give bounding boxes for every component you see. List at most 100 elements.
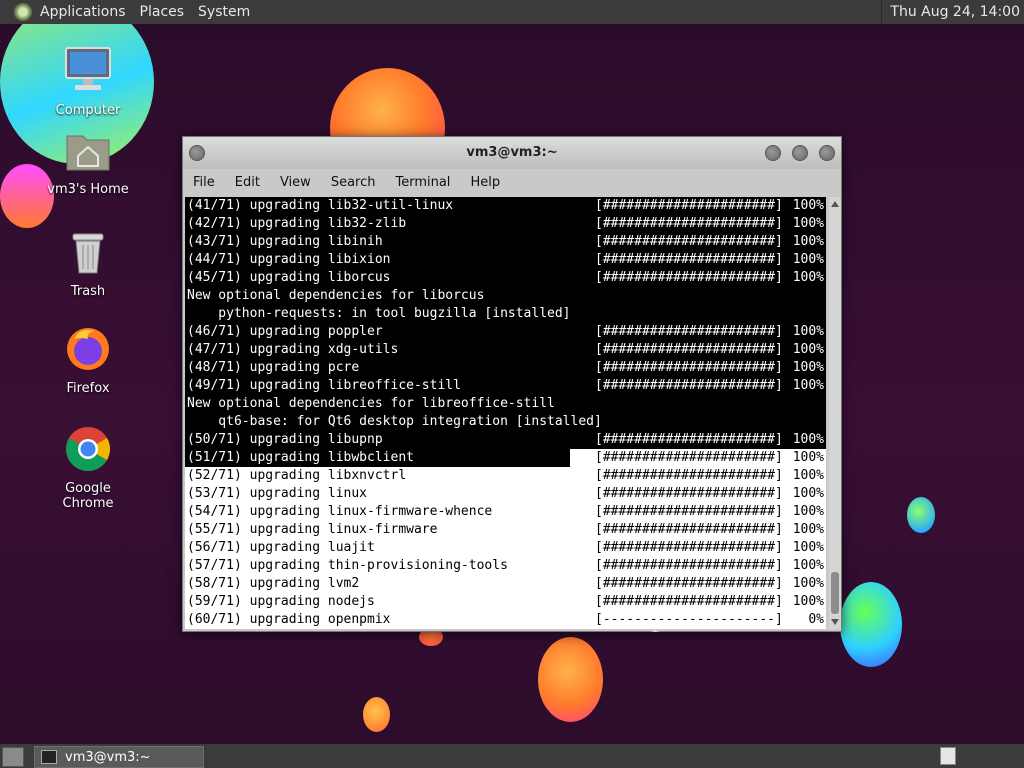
terminal-line-text: (54/71) upgrading linux-firmware-whence	[187, 504, 493, 519]
places-menu[interactable]: Places	[140, 4, 185, 20]
terminal-window[interactable]: vm3@vm3:~ File Edit View Search Terminal…	[182, 136, 842, 632]
menu-edit[interactable]: Edit	[225, 175, 270, 190]
desktop-icon-chrome[interactable]: Google Chrome	[38, 425, 138, 511]
computer-icon	[65, 47, 111, 90]
terminal-line: (46/71) upgrading poppler [##############…	[185, 323, 826, 341]
terminal-line-text: (57/71) upgrading thin-provisioning-tool…	[187, 558, 508, 573]
window-title: vm3@vm3:~	[466, 145, 558, 160]
taskbar-label: vm3@vm3:~	[65, 749, 151, 765]
progress-bar-text: [######################]	[595, 540, 783, 555]
progress-bar-text: [######################]	[595, 342, 783, 357]
show-desktop-button[interactable]	[2, 747, 24, 767]
wallpaper-orange-blob-small	[363, 697, 390, 732]
progress-percent: 0%	[808, 612, 824, 627]
terminal-line: (57/71) upgrading thin-provisioning-tool…	[185, 557, 826, 575]
window-titlebar[interactable]: vm3@vm3:~	[183, 137, 841, 169]
desktop-icon-label: Computer	[55, 103, 121, 118]
taskbar-terminal-button[interactable]: vm3@vm3:~	[34, 746, 204, 768]
progress-percent: 100%	[792, 198, 824, 213]
progress-percent: 100%	[792, 252, 824, 267]
progress-bar-text: [######################]	[595, 216, 783, 231]
scroll-down-icon[interactable]	[831, 619, 839, 625]
progress-bar-text: [######################]	[595, 576, 783, 591]
desktop-icon-trash[interactable]: Trash	[38, 228, 138, 299]
progress-bar-text: [######################]	[595, 252, 783, 267]
desktop-icon-label: Trash	[70, 284, 106, 299]
terminal-line-text: (43/71) upgrading libinih	[187, 234, 383, 249]
desktop-icon-label: Firefox	[66, 381, 110, 396]
terminal-line: (49/71) upgrading libreoffice-still [####…	[185, 377, 826, 395]
progress-bar-text: [######################]	[595, 324, 783, 339]
terminal-line: (53/71) upgrading linux [################…	[185, 485, 826, 503]
terminal-line-text: (47/71) upgrading xdg-utils	[187, 342, 399, 357]
scroll-thumb[interactable]	[831, 572, 839, 614]
desktop-icon-label: vm3's Home	[47, 182, 129, 197]
scroll-up-icon[interactable]	[831, 201, 839, 207]
progress-percent: 100%	[792, 522, 824, 537]
terminal-line: (48/71) upgrading pcre [#################…	[185, 359, 826, 377]
system-menu[interactable]: System	[198, 4, 250, 20]
progress-bar-text: [######################]	[595, 234, 783, 249]
terminal-line-text: (45/71) upgrading liborcus	[187, 270, 391, 285]
terminal-line: qt6-base: for Qt6 desktop integration [i…	[185, 413, 826, 431]
terminal-line: (50/71) upgrading libupnp [##############…	[185, 431, 826, 449]
progress-bar-text: [######################]	[595, 270, 783, 285]
progress-percent: 100%	[792, 342, 824, 357]
minimize-button[interactable]	[765, 145, 781, 161]
maximize-button[interactable]	[792, 145, 808, 161]
menu-search[interactable]: Search	[321, 175, 386, 190]
terminal-line-text: (44/71) upgrading libixion	[187, 252, 391, 267]
desktop-icon-computer[interactable]: Computer	[38, 45, 138, 118]
progress-percent: 100%	[792, 270, 824, 285]
terminal-line: (41/71) upgrading lib32-util-linux [#####…	[185, 197, 826, 215]
terminal-line: (58/71) upgrading lvm2 [#################…	[185, 575, 826, 593]
desktop-icon-home[interactable]: vm3's Home	[38, 128, 138, 197]
desktop-icon-firefox[interactable]: Firefox	[38, 325, 138, 396]
terminal-line: (42/71) upgrading lib32-zlib [###########…	[185, 215, 826, 233]
progress-percent: 100%	[792, 378, 824, 393]
menu-terminal[interactable]: Terminal	[385, 175, 460, 190]
firefox-icon	[67, 328, 109, 370]
menu-help[interactable]: Help	[460, 175, 510, 190]
progress-percent: 100%	[792, 540, 824, 555]
trash-icon	[72, 233, 104, 274]
applications-menu[interactable]: Applications	[40, 4, 126, 20]
progress-percent: 100%	[792, 468, 824, 483]
menu-file[interactable]: File	[183, 175, 225, 190]
progress-percent: 100%	[792, 450, 824, 465]
bottom-taskbar: vm3@vm3:~	[0, 744, 1024, 768]
progress-percent: 100%	[792, 576, 824, 591]
terminal-line-text: (55/71) upgrading linux-firmware	[187, 522, 438, 537]
progress-percent: 100%	[792, 594, 824, 609]
progress-bar-text: [######################]	[595, 594, 783, 609]
terminal-line: (47/71) upgrading xdg-utils [############…	[185, 341, 826, 359]
progress-percent: 100%	[792, 432, 824, 447]
terminal-scrollbar[interactable]	[829, 197, 841, 629]
terminal-line-text: (53/71) upgrading linux	[187, 486, 368, 501]
wallpaper-orange-blob-bottom	[538, 637, 603, 722]
menu-view[interactable]: View	[270, 175, 321, 190]
desktop-icon-label: Google Chrome	[62, 481, 114, 511]
terminal-line-text: (56/71) upgrading luajit	[187, 540, 375, 555]
terminal-line: New optional dependencies for libreoffic…	[185, 395, 826, 413]
progress-bar-text: [######################]	[595, 432, 783, 447]
close-button[interactable]	[819, 145, 835, 161]
terminal-line: (44/71) upgrading libixion [#############…	[185, 251, 826, 269]
terminal-line: (51/71) upgrading libwbclient [##########…	[185, 449, 826, 467]
progress-percent: 100%	[792, 216, 824, 231]
progress-percent: 100%	[792, 558, 824, 573]
applications-icon[interactable]	[14, 3, 32, 21]
terminal-output[interactable]: (41/71) upgrading lib32-util-linux [#####…	[185, 197, 826, 629]
terminal-line: python-requests: in tool bugzilla [insta…	[185, 305, 826, 323]
terminal-line: (59/71) upgrading nodejs [###############…	[185, 593, 826, 611]
progress-bar-text: [######################]	[595, 198, 783, 213]
terminal-line: (60/71) upgrading openpmix [-------------…	[185, 611, 826, 629]
progress-percent: 100%	[792, 504, 824, 519]
clock[interactable]: Thu Aug 24, 14:00	[881, 0, 1024, 24]
terminal-line-text: (49/71) upgrading libreoffice-still	[187, 378, 461, 393]
terminal-line-text: New optional dependencies for liborcus	[187, 288, 485, 303]
progress-bar-text: [######################]	[595, 450, 783, 465]
terminal-line-text: (41/71) upgrading lib32-util-linux	[187, 198, 454, 213]
workspace-switcher[interactable]	[940, 747, 956, 765]
terminal-line-text: New optional dependencies for libreoffic…	[187, 396, 555, 411]
